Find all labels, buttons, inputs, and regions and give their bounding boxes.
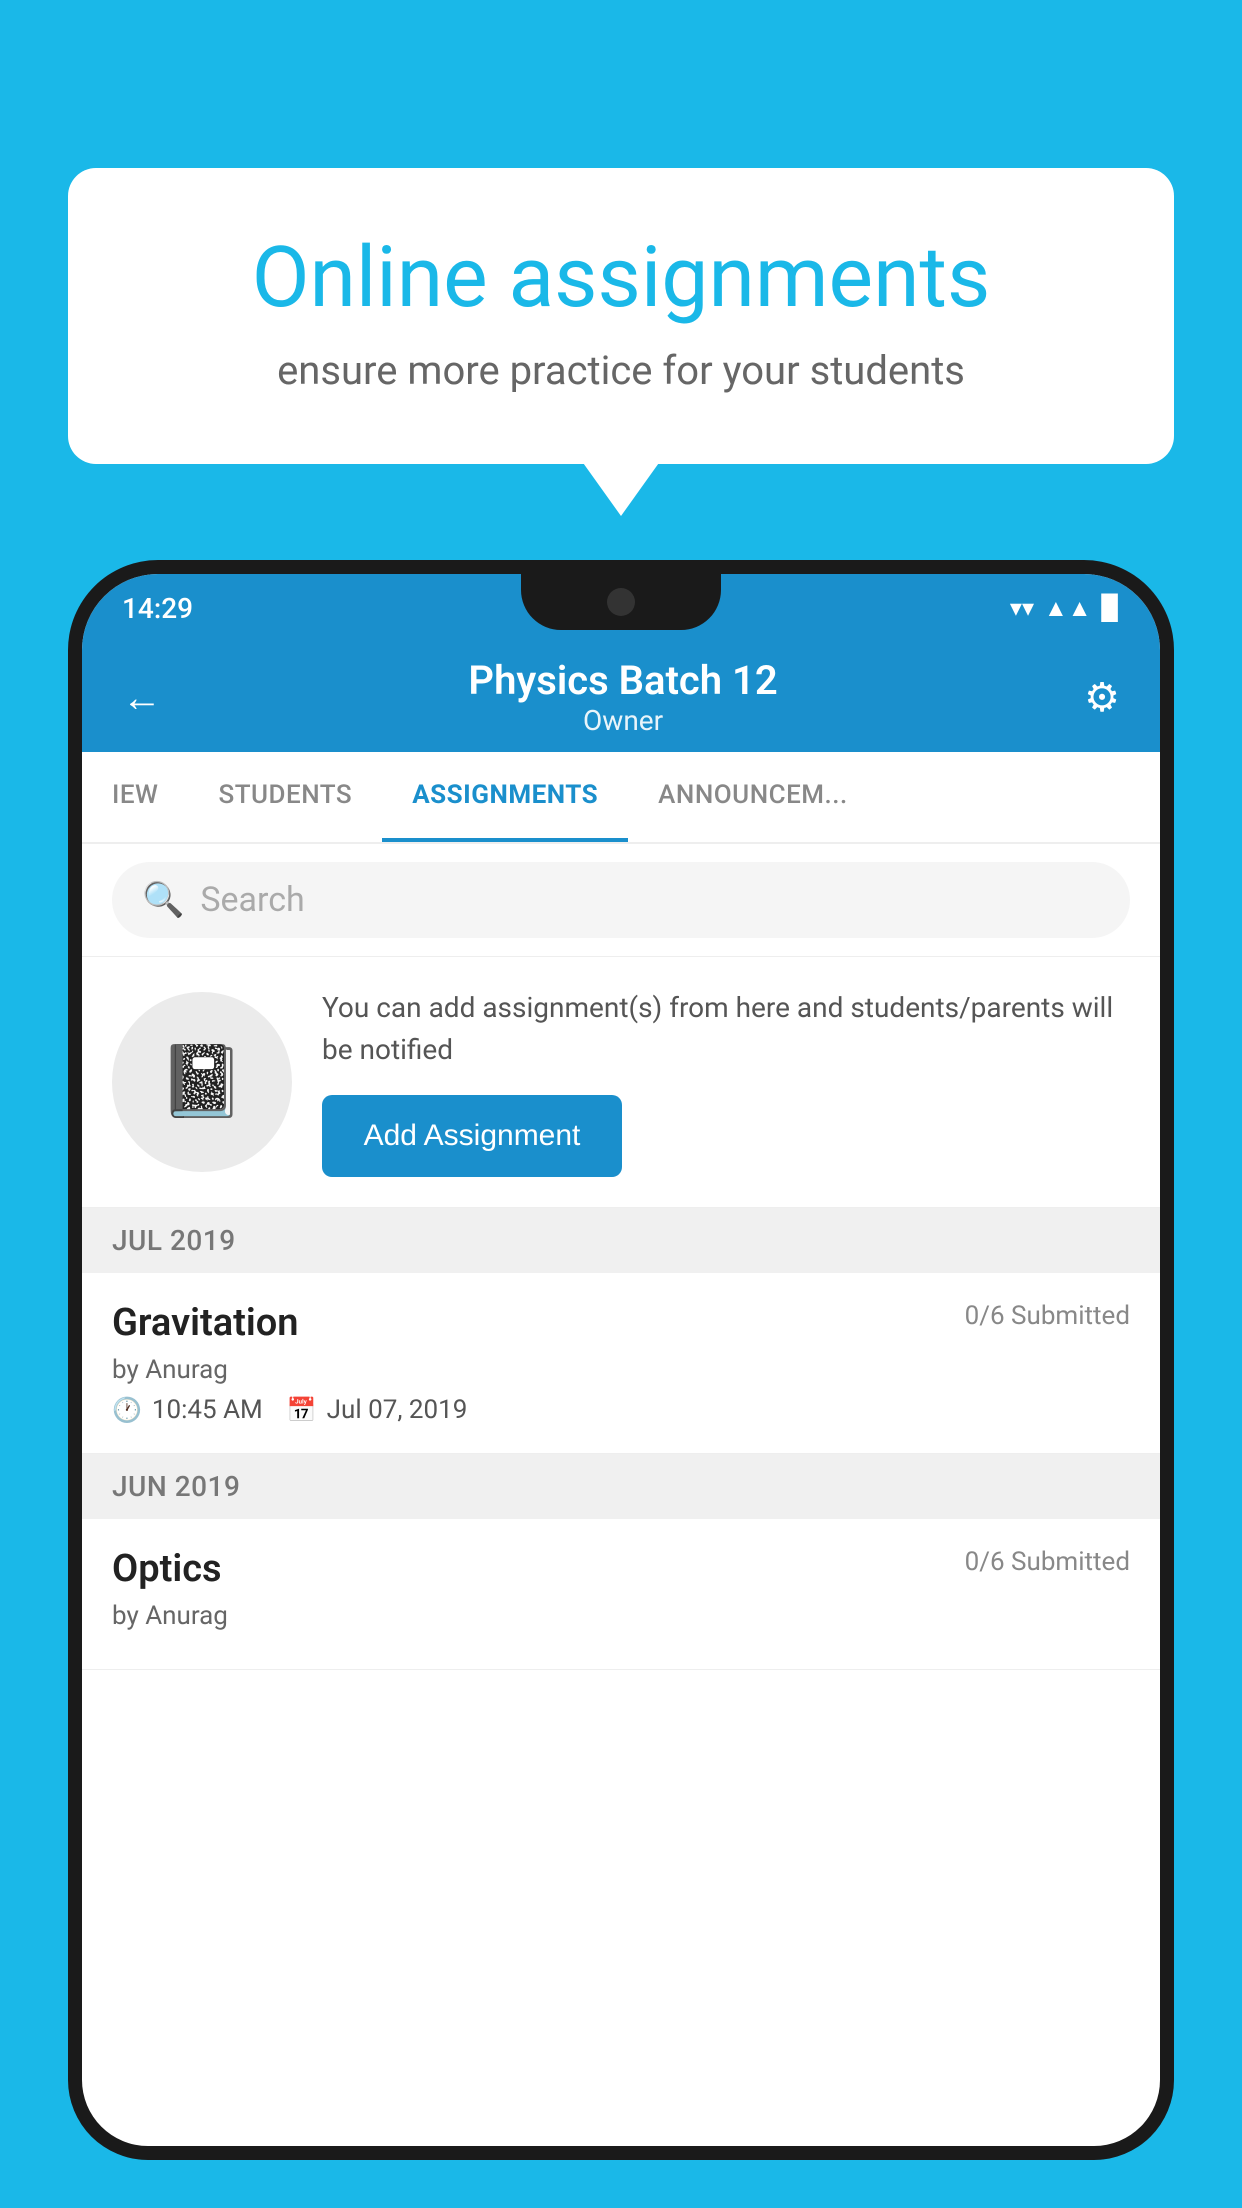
tab-students[interactable]: STUDENTS xyxy=(188,752,382,842)
header-subtitle: Owner xyxy=(468,704,777,737)
add-assignment-right: You can add assignment(s) from here and … xyxy=(322,987,1130,1177)
meta-date-value: Jul 07, 2019 xyxy=(327,1395,468,1425)
assignment-name-gravitation: Gravitation xyxy=(112,1301,299,1345)
app-header: ← Physics Batch 12 Owner ⚙ xyxy=(82,642,1160,752)
tab-assignments[interactable]: ASSIGNMENTS xyxy=(382,752,628,842)
speech-bubble: Online assignments ensure more practice … xyxy=(68,168,1174,464)
phone-notch xyxy=(521,574,721,630)
header-title: Physics Batch 12 xyxy=(468,657,777,704)
section-label-jul: JUL 2019 xyxy=(112,1224,236,1257)
settings-button[interactable]: ⚙ xyxy=(1084,674,1120,721)
signal-icon: ▲▲ xyxy=(1044,594,1092,623)
assignment-item-optics[interactable]: Optics 0/6 Submitted by Anurag xyxy=(82,1519,1160,1670)
assignment-notebook-icon: 📓 xyxy=(158,1041,245,1123)
section-header-jun: JUN 2019 xyxy=(82,1454,1160,1519)
search-input-wrapper[interactable]: 🔍 Search xyxy=(112,862,1130,938)
assignment-author-gravitation: by Anurag xyxy=(112,1355,1130,1385)
search-placeholder: Search xyxy=(200,880,304,920)
search-icon: 🔍 xyxy=(142,880,184,920)
section-label-jun: JUN 2019 xyxy=(112,1470,240,1503)
assignment-submitted-gravitation: 0/6 Submitted xyxy=(965,1301,1130,1331)
assignment-item-top: Gravitation 0/6 Submitted xyxy=(112,1301,1130,1345)
meta-time-value: 10:45 AM xyxy=(152,1395,263,1425)
battery-icon: ▉ xyxy=(1102,594,1120,622)
back-button[interactable]: ← xyxy=(122,674,162,721)
search-bar: 🔍 Search xyxy=(82,844,1160,957)
assignment-item-top-optics: Optics 0/6 Submitted xyxy=(112,1547,1130,1591)
assignment-name-optics: Optics xyxy=(112,1547,222,1591)
clock-icon: 🕐 xyxy=(112,1396,142,1424)
phone-outer: 14:29 ▾▾ ▲▲ ▉ ← Physics Batch 12 Owner ⚙… xyxy=(68,560,1174,2160)
add-assignment-button[interactable]: Add Assignment xyxy=(322,1095,622,1177)
calendar-icon: 📅 xyxy=(287,1396,317,1424)
add-assignment-description: You can add assignment(s) from here and … xyxy=(322,987,1130,1071)
add-assignment-section: 📓 You can add assignment(s) from here an… xyxy=(82,957,1160,1208)
tab-announcements[interactable]: ANNOUNCEM... xyxy=(628,752,878,842)
bubble-title: Online assignments xyxy=(148,228,1094,327)
tabs-bar: IEW STUDENTS ASSIGNMENTS ANNOUNCEM... xyxy=(82,752,1160,844)
phone-frame: 14:29 ▾▾ ▲▲ ▉ ← Physics Batch 12 Owner ⚙… xyxy=(68,560,1174,2208)
phone-screen: 14:29 ▾▾ ▲▲ ▉ ← Physics Batch 12 Owner ⚙… xyxy=(82,574,1160,2146)
assignment-meta-gravitation: 🕐 10:45 AM 📅 Jul 07, 2019 xyxy=(112,1395,1130,1425)
assignment-icon-circle: 📓 xyxy=(112,992,292,1172)
assignment-submitted-optics: 0/6 Submitted xyxy=(965,1547,1130,1577)
wifi-icon: ▾▾ xyxy=(1010,594,1034,622)
tab-iew[interactable]: IEW xyxy=(82,752,188,842)
header-center: Physics Batch 12 Owner xyxy=(468,657,777,737)
meta-date-gravitation: 📅 Jul 07, 2019 xyxy=(287,1395,468,1425)
assignment-item-gravitation[interactable]: Gravitation 0/6 Submitted by Anurag 🕐 10… xyxy=(82,1273,1160,1454)
assignment-author-optics: by Anurag xyxy=(112,1601,1130,1631)
phone-camera xyxy=(607,588,635,616)
meta-time-gravitation: 🕐 10:45 AM xyxy=(112,1395,263,1425)
section-header-jul: JUL 2019 xyxy=(82,1208,1160,1273)
speech-bubble-container: Online assignments ensure more practice … xyxy=(68,168,1174,464)
status-icons: ▾▾ ▲▲ ▉ xyxy=(1010,594,1120,623)
bubble-subtitle: ensure more practice for your students xyxy=(148,347,1094,394)
status-time: 14:29 xyxy=(122,592,193,625)
